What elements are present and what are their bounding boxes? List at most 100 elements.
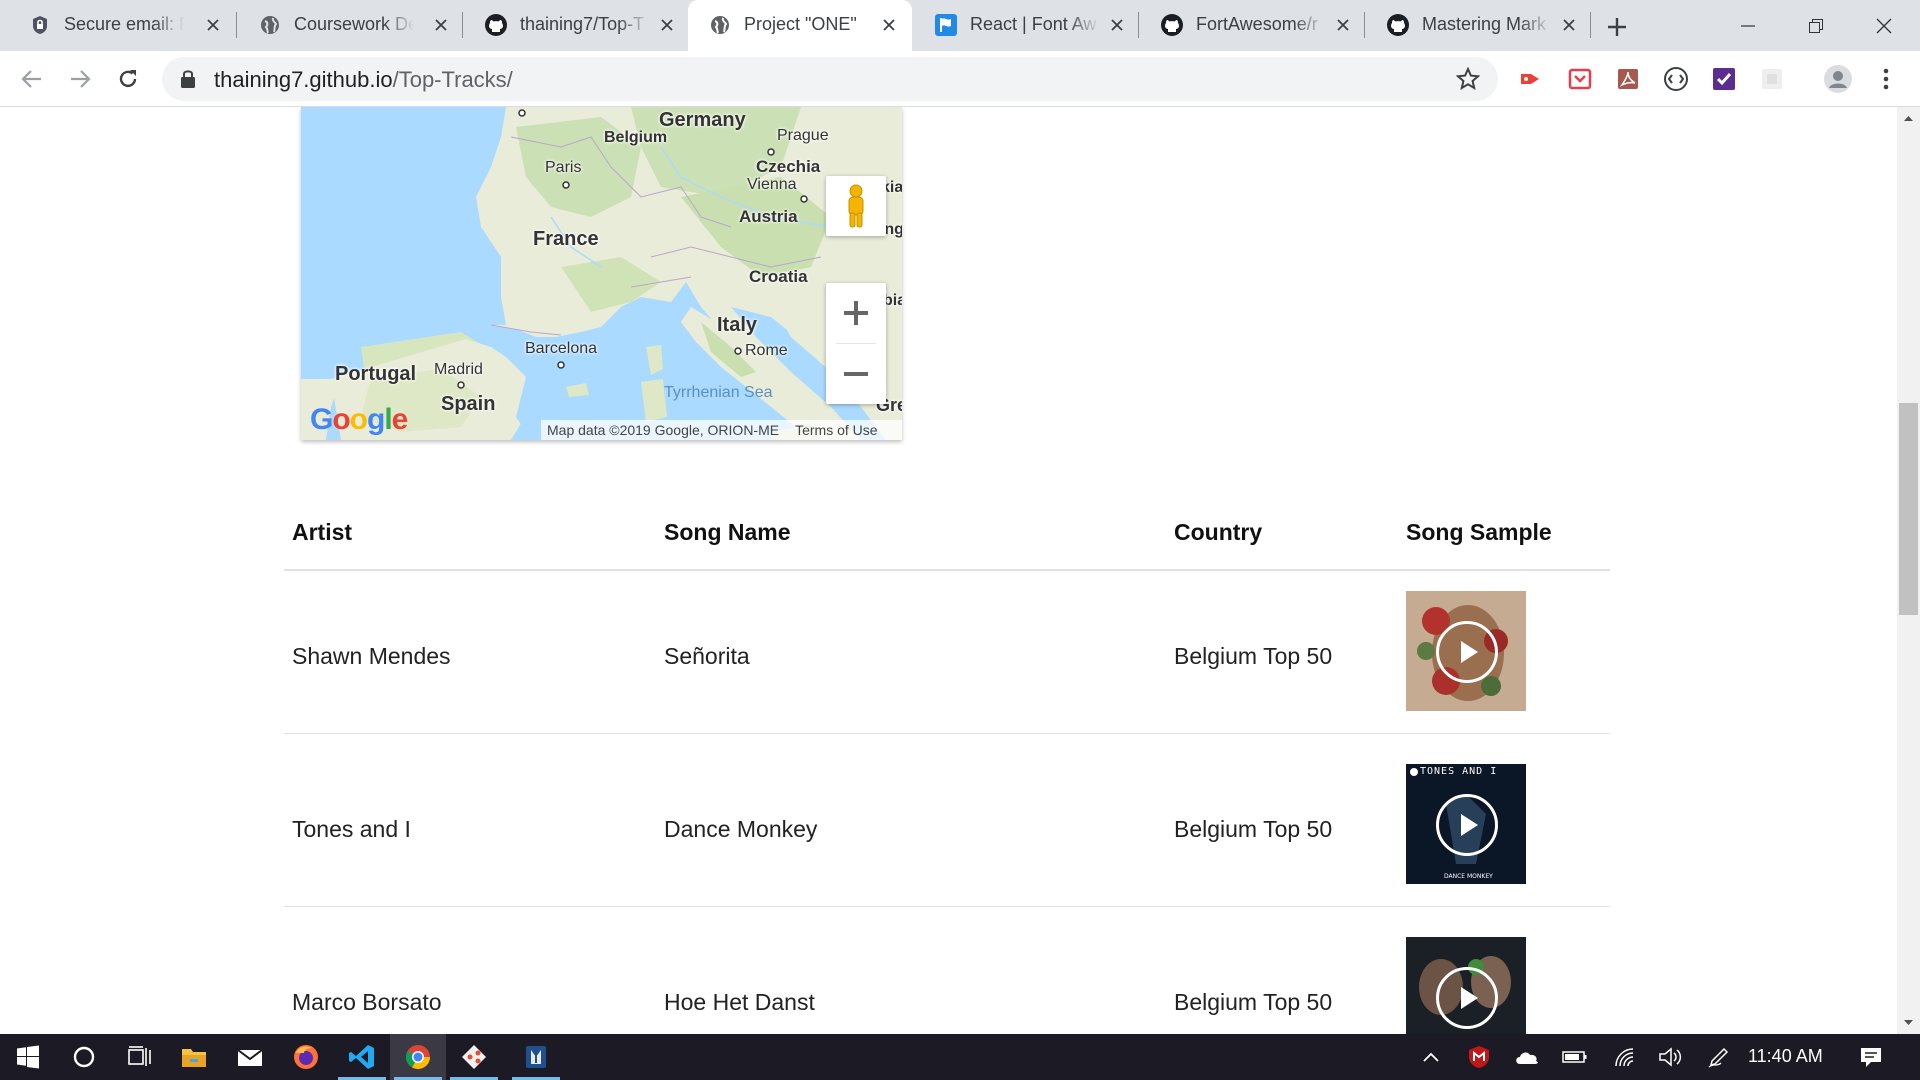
protonmail-icon <box>28 13 52 37</box>
checkmark-extension-icon[interactable] <box>1710 65 1738 93</box>
onedrive-tray-icon[interactable] <box>1514 1044 1540 1070</box>
scrollbar-thumb[interactable] <box>1899 403 1918 615</box>
cortana-button[interactable] <box>56 1034 112 1080</box>
row-divider <box>284 906 1610 907</box>
windows-logo-icon <box>17 1045 39 1069</box>
battery-tray-icon[interactable] <box>1562 1044 1588 1070</box>
map-label-madrid: Madrid <box>434 361 483 378</box>
scroll-down-arrow-icon[interactable] <box>1897 1016 1920 1030</box>
start-button[interactable] <box>0 1034 56 1080</box>
cover-text: TONES AND I <box>1420 766 1498 777</box>
close-icon[interactable] <box>200 12 226 38</box>
tab-separator <box>1138 12 1139 38</box>
tab-github-top-tracks[interactable]: thaining7/Top-T <box>464 0 686 51</box>
pen-tray-icon[interactable] <box>1706 1044 1732 1070</box>
tab-title: thaining7/Top-T <box>520 14 645 34</box>
tab-fortawesome[interactable]: FortAwesome/r <box>1140 0 1362 51</box>
arrow-right-icon <box>71 70 91 88</box>
song-name-cell: Señorita <box>664 643 750 669</box>
tab-project-one[interactable]: Project "ONE" <box>688 0 912 51</box>
pen-icon <box>1708 1047 1729 1068</box>
cloud-icon <box>1516 1052 1538 1064</box>
page-content: Belgium Germany Prague Paris Czechia Vie… <box>0 107 1897 1034</box>
mcafee-tray-icon[interactable] <box>1466 1044 1492 1070</box>
windows-taskbar: 11:40 AM <box>0 1034 1920 1080</box>
close-icon[interactable] <box>1104 12 1130 38</box>
github-icon <box>1386 13 1410 37</box>
close-icon[interactable] <box>876 12 902 38</box>
tones-and-i-cover[interactable]: TONES AND I DANCE MONKEY <box>1406 764 1526 884</box>
volume-tray-icon[interactable] <box>1658 1044 1684 1070</box>
zoom-out-button[interactable] <box>826 344 886 404</box>
taskbar-git[interactable] <box>446 1034 502 1080</box>
wifi-icon <box>1615 1048 1634 1067</box>
task-view-button[interactable] <box>112 1034 168 1080</box>
play-button[interactable] <box>1436 967 1498 1029</box>
profile-avatar[interactable] <box>1822 63 1854 95</box>
song-name-cell: Dance Monkey <box>664 816 818 842</box>
tab-strip: Secure email: Pr Coursework Det thaining… <box>0 0 1920 51</box>
pegman-icon <box>848 184 864 228</box>
header-divider <box>284 569 1610 571</box>
taskbar-firefox[interactable] <box>278 1034 334 1080</box>
url-path: /Top-Tracks/ <box>392 67 513 92</box>
action-center-button[interactable] <box>1858 1044 1884 1070</box>
address-bar[interactable]: thaining7.github.io/Top-Tracks/ <box>162 57 1498 101</box>
shawn-mendes-cover[interactable] <box>1406 591 1526 711</box>
taskbar-vscode[interactable] <box>334 1034 390 1080</box>
close-icon[interactable] <box>428 12 454 38</box>
tab-separator <box>1364 12 1365 38</box>
bookmark-star-icon[interactable] <box>1455 66 1481 96</box>
folder-icon <box>182 1049 206 1067</box>
close-icon[interactable] <box>654 12 680 38</box>
marco-borsato-cover[interactable] <box>1406 937 1526 1034</box>
tab-react-font-awesome[interactable]: React | Font Aw <box>914 0 1136 51</box>
taskbar-chrome[interactable] <box>390 1034 446 1080</box>
artist-cell: Marco Borsato <box>292 989 442 1015</box>
taskbar-clock[interactable]: 11:40 AM <box>1748 1046 1823 1067</box>
tab-title: Coursework Det <box>294 14 414 34</box>
taskbar-app[interactable] <box>508 1034 564 1080</box>
new-tab-button[interactable] <box>1600 10 1634 44</box>
tab-separator <box>462 12 463 38</box>
reload-button[interactable] <box>110 61 146 97</box>
code-extension-icon[interactable] <box>1662 65 1690 93</box>
network-tray-icon[interactable] <box>1612 1044 1638 1070</box>
github-icon <box>1160 13 1184 37</box>
blank-extension-icon[interactable] <box>1758 65 1786 93</box>
github-icon <box>484 13 508 37</box>
scroll-up-arrow-icon[interactable] <box>1897 111 1920 125</box>
cast-extension-icon[interactable] <box>1516 65 1544 93</box>
taskbar-mail[interactable] <box>222 1034 278 1080</box>
show-hidden-icons-button[interactable] <box>1418 1044 1444 1070</box>
play-icon <box>1461 987 1478 1009</box>
forward-button[interactable] <box>62 61 98 97</box>
tab-coursework[interactable]: Coursework Det <box>238 0 460 51</box>
play-button[interactable] <box>1436 621 1498 683</box>
speaker-icon <box>1659 1047 1682 1067</box>
terms-of-use-link[interactable]: Terms of Use <box>795 422 877 438</box>
tab-secure-email[interactable]: Secure email: Pr <box>8 0 232 51</box>
play-button[interactable] <box>1436 794 1498 856</box>
browser-toolbar: thaining7.github.io/Top-Tracks/ <box>0 51 1920 107</box>
restore-button[interactable] <box>1782 0 1850 51</box>
close-icon[interactable] <box>1330 12 1356 38</box>
tab-mastering-markdown[interactable]: Mastering Mark <box>1366 0 1588 51</box>
close-icon[interactable] <box>1556 12 1582 38</box>
map-label-paris: Paris <box>545 159 582 176</box>
country-cell: Belgium Top 50 <box>1174 816 1333 842</box>
pocket-extension-icon[interactable] <box>1566 65 1594 93</box>
map-label-austria: Austria <box>739 207 798 226</box>
pdf-extension-icon[interactable] <box>1614 65 1642 93</box>
font-awesome-flag-icon <box>934 13 958 37</box>
back-button[interactable] <box>14 61 50 97</box>
taskbar-file-explorer[interactable] <box>166 1034 222 1080</box>
avatar-icon <box>1824 65 1852 93</box>
zoom-in-button[interactable] <box>826 283 886 343</box>
map-label-barcelona: Barcelona <box>525 340 598 357</box>
minimize-button[interactable] <box>1714 0 1782 51</box>
google-map[interactable]: Belgium Germany Prague Paris Czechia Vie… <box>301 107 902 440</box>
menu-button[interactable] <box>1872 65 1900 93</box>
window-close-button[interactable] <box>1850 0 1918 51</box>
street-view-pegman-button[interactable] <box>826 176 886 236</box>
